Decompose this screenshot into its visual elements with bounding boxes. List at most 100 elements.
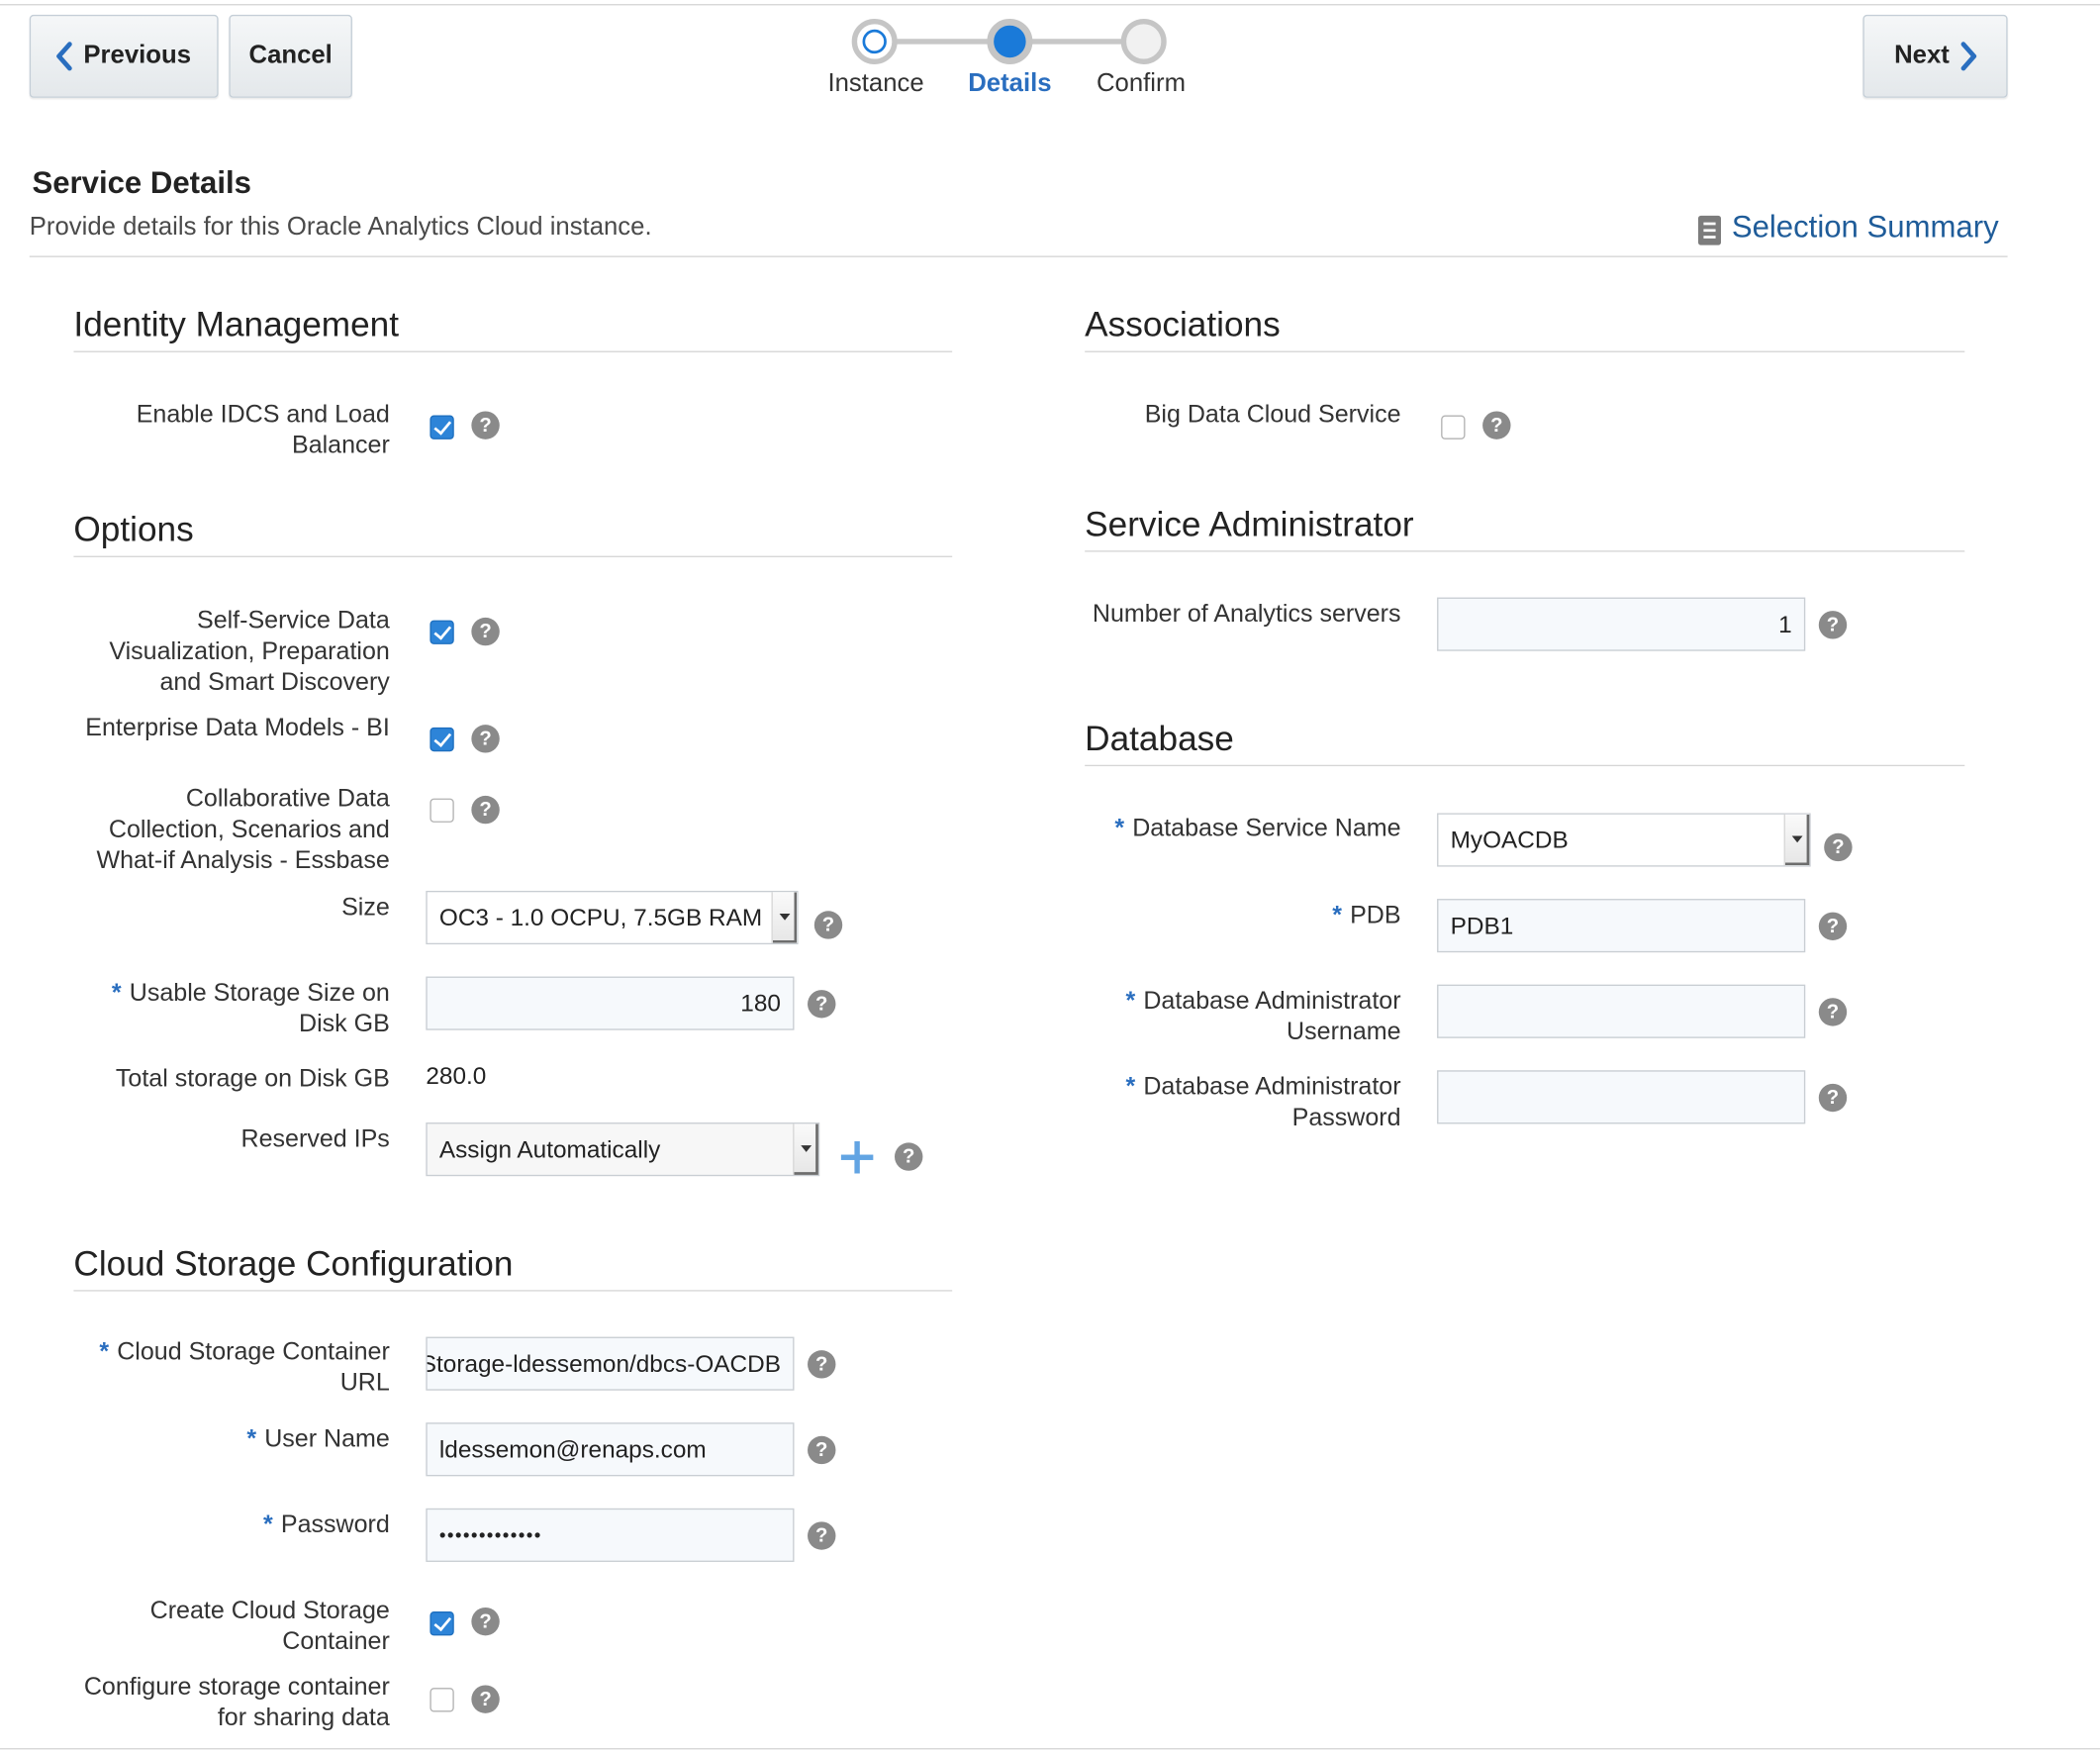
db-service-name-label: * Database Service Name xyxy=(1114,813,1401,841)
associations-heading: Associations xyxy=(1085,304,1281,344)
db-admin-password-input[interactable] xyxy=(1437,1070,1806,1124)
previous-button[interactable]: Previous xyxy=(29,14,219,98)
service-admin-heading: Service Administrator xyxy=(1085,503,1414,544)
section-divider xyxy=(73,350,953,352)
section-divider xyxy=(1085,550,1965,552)
self-service-checkbox[interactable] xyxy=(430,620,454,644)
section-divider xyxy=(73,555,953,557)
help-icon[interactable]: ? xyxy=(808,1350,836,1379)
next-button[interactable]: Next xyxy=(1862,14,2008,98)
page-title: Service Details xyxy=(32,164,251,200)
help-icon[interactable]: ? xyxy=(895,1142,923,1171)
next-label: Next xyxy=(1894,41,1950,70)
pdb-input[interactable]: PDB1 xyxy=(1437,899,1806,953)
cancel-label: Cancel xyxy=(248,41,333,70)
big-data-checkbox[interactable] xyxy=(1441,415,1466,439)
size-label: Size xyxy=(341,892,390,921)
collab-checkbox[interactable] xyxy=(430,798,454,823)
help-icon[interactable]: ? xyxy=(813,911,843,939)
container-url-input[interactable]: Storage-ldessemon/dbcs-OACDB xyxy=(426,1336,795,1391)
help-icon[interactable]: ? xyxy=(1818,1083,1848,1113)
page: Previous Cancel Next Instance Details Co… xyxy=(0,0,2100,1753)
help-icon[interactable]: ? xyxy=(808,1435,836,1465)
user-name-label: * User Name xyxy=(246,1423,390,1452)
collab-label: Collaborative Data Collection, Scenarios… xyxy=(96,783,390,874)
chevron-right-icon xyxy=(1960,42,1976,71)
reserved-ips-label: Reserved IPs xyxy=(240,1123,390,1152)
help-icon[interactable]: ? xyxy=(471,617,500,646)
cloud-storage-heading: Cloud Storage Configuration xyxy=(73,1242,514,1284)
top-divider xyxy=(0,4,2100,6)
cancel-button[interactable]: Cancel xyxy=(229,14,352,98)
help-icon[interactable]: ? xyxy=(1818,998,1848,1026)
train-connector xyxy=(895,39,992,45)
train-stop-confirm xyxy=(1120,18,1167,64)
database-heading: Database xyxy=(1085,718,1234,758)
identity-management-heading: Identity Management xyxy=(73,304,400,344)
num-servers-label: Number of Analytics servers xyxy=(1092,598,1401,628)
train-label-confirm: Confirm xyxy=(1096,69,1187,98)
previous-label: Previous xyxy=(83,41,192,70)
help-icon[interactable]: ? xyxy=(471,795,500,825)
train-connector xyxy=(1028,39,1125,45)
dropdown-arrow-icon xyxy=(1783,814,1810,866)
idcs-checkbox[interactable] xyxy=(430,415,454,439)
num-servers-input[interactable]: 1 xyxy=(1437,597,1806,651)
chevron-left-icon xyxy=(56,42,73,71)
usable-storage-label: * Usable Storage Size on Disk GB xyxy=(111,977,390,1037)
help-icon[interactable]: ? xyxy=(1818,611,1848,639)
page-subtitle: Provide details for this Oracle Analytic… xyxy=(29,213,652,242)
usable-storage-input[interactable]: 180 xyxy=(426,976,795,1030)
train-stop-details xyxy=(987,18,1033,64)
user-name-input[interactable]: ldessemon@renaps.com xyxy=(426,1422,795,1477)
configure-sharing-checkbox[interactable] xyxy=(430,1688,454,1712)
create-container-label: Create Cloud Storage Container xyxy=(149,1595,390,1655)
idcs-label: Enable IDCS and Load Balancer xyxy=(136,399,390,458)
dropdown-arrow-icon xyxy=(771,892,798,943)
reserved-ips-value: Assign Automatically xyxy=(438,1134,661,1162)
bottom-divider xyxy=(0,1748,2100,1750)
options-heading: Options xyxy=(73,509,194,549)
create-container-checkbox[interactable] xyxy=(430,1611,454,1636)
configure-sharing-label: Configure storage container for sharing … xyxy=(83,1671,390,1731)
required-marker: * xyxy=(1125,1071,1136,1101)
size-select[interactable]: OC3 - 1.0 OCPU, 7.5GB RAM xyxy=(426,890,799,945)
required-marker: * xyxy=(1332,900,1342,928)
db-admin-user-input[interactable] xyxy=(1437,984,1806,1038)
train-stop-instance[interactable] xyxy=(851,18,898,64)
required-marker: * xyxy=(111,977,122,1007)
enterprise-checkbox[interactable] xyxy=(430,727,454,752)
container-url-label: * Cloud Storage Container URL xyxy=(99,1336,390,1397)
help-icon[interactable]: ? xyxy=(1818,912,1848,941)
required-marker: * xyxy=(263,1510,273,1538)
help-icon[interactable]: ? xyxy=(471,411,500,439)
reserved-ips-select[interactable]: Assign Automatically xyxy=(426,1122,820,1177)
help-icon[interactable]: ? xyxy=(471,1685,500,1713)
help-icon[interactable]: ? xyxy=(471,725,500,753)
password-label: * Password xyxy=(263,1510,390,1538)
pdb-label: * PDB xyxy=(1332,900,1401,928)
help-icon[interactable]: ? xyxy=(1482,411,1511,439)
help-icon[interactable]: ? xyxy=(808,1521,836,1550)
big-data-label: Big Data Cloud Service xyxy=(1144,399,1401,428)
selection-summary-link[interactable]: Selection Summary xyxy=(1732,209,1999,245)
required-marker: * xyxy=(1114,813,1125,841)
self-service-label: Self-Service Data Visualization, Prepara… xyxy=(109,605,390,696)
total-storage-value: 280.0 xyxy=(426,1062,487,1090)
help-icon[interactable]: ? xyxy=(1824,832,1853,862)
required-marker: * xyxy=(1125,986,1136,1015)
help-icon[interactable]: ? xyxy=(471,1607,500,1636)
help-icon[interactable]: ? xyxy=(808,990,836,1019)
db-service-name-value: MyOACDB xyxy=(1450,826,1569,853)
db-admin-user-label: * Database Administrator Username xyxy=(1125,986,1401,1045)
required-marker: * xyxy=(246,1423,257,1452)
required-marker: * xyxy=(99,1336,110,1366)
size-value: OC3 - 1.0 OCPU, 7.5GB RAM xyxy=(438,903,763,930)
header-divider xyxy=(29,255,2008,257)
password-input[interactable]: ••••••••••••• xyxy=(426,1508,795,1562)
db-service-name-select[interactable]: MyOACDB xyxy=(1437,813,1811,867)
db-admin-password-label: * Database Administrator Password xyxy=(1125,1071,1401,1131)
summary-list-icon[interactable] xyxy=(1697,215,1721,245)
section-divider xyxy=(1085,350,1965,352)
add-icon[interactable] xyxy=(840,1141,874,1174)
